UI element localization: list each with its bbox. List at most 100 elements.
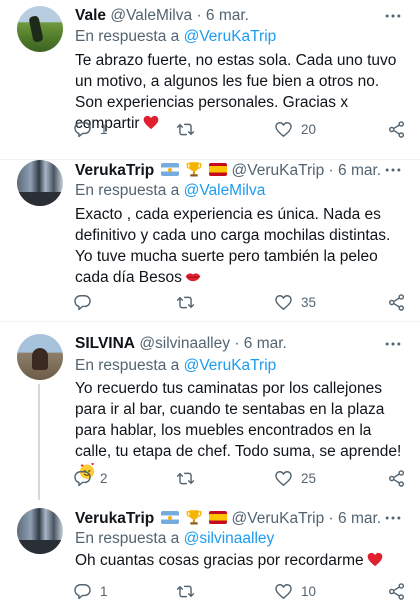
tweet-actions: 1 20 <box>73 118 408 140</box>
reply-button[interactable]: 1 <box>73 118 108 140</box>
tweet-date[interactable]: 6 mar. <box>338 510 381 527</box>
tweet-text: Oh cuantas cosas gracias por recordarme <box>75 550 405 571</box>
share-icon <box>388 293 405 311</box>
tweet-text-content: Yo recuerdo tus caminatas por los callej… <box>75 380 402 460</box>
separator-dot: · <box>196 7 202 24</box>
retweet-icon <box>176 472 195 484</box>
tweet-date[interactable]: 6 mar. <box>244 335 287 352</box>
tweet-text-content: Oh cuantas cosas gracias por recordarme <box>75 552 364 569</box>
reply-count: 1 <box>100 583 108 599</box>
like-count: 10 <box>301 583 317 599</box>
argentina-flag-icon <box>160 163 179 176</box>
spain-flag-icon <box>209 511 228 524</box>
separator-dot: · <box>328 162 334 179</box>
like-count: 20 <box>301 121 317 137</box>
separator-dot: · <box>234 335 240 352</box>
reply-icon <box>74 121 91 137</box>
reply-count: 2 <box>100 470 108 486</box>
tweet-actions: 1 10 <box>73 580 408 602</box>
reply-icon <box>74 294 91 310</box>
user-handle[interactable]: @ValeMilva <box>110 7 192 24</box>
user-handle[interactable]: @VeruKaTrip <box>232 162 325 179</box>
reply-prefix: En respuesta a <box>75 28 180 45</box>
display-name[interactable]: SILVINA <box>75 335 135 352</box>
kiss-lips-icon <box>185 273 201 282</box>
tweet-text-content: Exacto , cada experiencia es única. Nada… <box>75 206 391 286</box>
tweet-date[interactable]: 6 mar. <box>338 162 381 179</box>
share-button[interactable] <box>387 580 406 602</box>
red-heart-icon <box>367 552 382 567</box>
avatar[interactable] <box>17 334 63 380</box>
tweet-date[interactable]: 6 mar. <box>206 7 249 24</box>
like-button[interactable]: 25 <box>274 467 316 489</box>
reply-icon <box>74 470 91 486</box>
reply-prefix: En respuesta a <box>75 357 180 374</box>
tweet[interactable]: VerukaTrip @VeruKaTrip · 6 mar. En respu… <box>0 160 420 322</box>
separator-dot: · <box>328 510 334 527</box>
like-button[interactable]: 10 <box>274 580 316 602</box>
reply-count: 1 <box>100 121 108 137</box>
reply-mention-link[interactable]: @ValeMilva <box>184 182 266 199</box>
like-count: 35 <box>301 294 317 310</box>
avatar[interactable] <box>17 508 63 554</box>
avatar[interactable] <box>17 6 63 52</box>
share-button[interactable] <box>387 467 406 489</box>
like-heart-icon <box>275 470 292 486</box>
argentina-flag-icon <box>160 511 179 524</box>
display-name[interactable]: VerukaTrip <box>75 510 154 527</box>
reply-mention-link[interactable]: @VeruKaTrip <box>184 357 277 374</box>
more-options-icon[interactable] <box>383 334 403 354</box>
share-icon <box>388 120 405 138</box>
like-button[interactable]: 35 <box>274 291 316 313</box>
retweet-icon <box>176 123 195 135</box>
tweet-text: Exacto , cada experiencia es única. Nada… <box>75 204 405 288</box>
reply-mention-link[interactable]: @VeruKaTrip <box>184 28 277 45</box>
reply-context: En respuesta a @VeruKaTrip <box>75 356 276 376</box>
spain-flag-icon <box>209 163 228 176</box>
like-button[interactable]: 20 <box>274 118 316 140</box>
more-options-icon[interactable] <box>383 508 403 528</box>
user-handle[interactable]: @silvinaalley <box>139 335 230 352</box>
retweet-icon <box>176 585 195 597</box>
reply-prefix: En respuesta a <box>75 182 180 199</box>
tweet[interactable]: VerukaTrip @VeruKaTrip · 6 mar. En respu… <box>0 498 420 609</box>
retweet-button[interactable] <box>176 118 203 140</box>
more-options-icon[interactable] <box>383 160 403 180</box>
tweet-header: Vale @ValeMilva · 6 mar. <box>75 6 249 26</box>
reply-context: En respuesta a @ValeMilva <box>75 181 265 201</box>
reply-button[interactable] <box>73 291 100 313</box>
user-handle[interactable]: @VeruKaTrip <box>232 510 325 527</box>
like-heart-icon <box>275 583 292 599</box>
reply-context: En respuesta a @silvinaalley <box>75 529 274 549</box>
tweet-actions: 2 25 <box>73 467 408 489</box>
reply-icon <box>74 583 91 599</box>
reply-mention-link[interactable]: @silvinaalley <box>184 530 275 547</box>
retweet-button[interactable] <box>176 291 203 313</box>
retweet-icon <box>176 296 195 308</box>
tweet[interactable]: Vale @ValeMilva · 6 mar. En respuesta a … <box>0 0 420 160</box>
reply-prefix: En respuesta a <box>75 530 180 547</box>
avatar[interactable] <box>17 160 63 206</box>
tweet-timeline: Vale @ValeMilva · 6 mar. En respuesta a … <box>0 0 420 609</box>
like-heart-icon <box>275 294 292 310</box>
reply-button[interactable]: 1 <box>73 580 108 602</box>
trophy-icon <box>186 162 202 177</box>
display-name[interactable]: VerukaTrip <box>75 162 154 179</box>
tweet-header: VerukaTrip @VeruKaTrip · 6 mar. <box>75 160 381 181</box>
tweet-header: VerukaTrip @VeruKaTrip · 6 mar. <box>75 508 381 529</box>
trophy-icon <box>186 510 202 525</box>
display-name[interactable]: Vale <box>75 7 106 24</box>
reply-context: En respuesta a @VeruKaTrip <box>75 27 276 47</box>
tweet-actions: 35 <box>73 291 408 313</box>
tweet-header: SILVINA @silvinaalley · 6 mar. <box>75 334 287 354</box>
share-button[interactable] <box>387 291 406 313</box>
reply-button[interactable]: 2 <box>73 467 108 489</box>
more-options-icon[interactable] <box>383 6 403 26</box>
thread-connector-line <box>38 384 40 500</box>
like-count: 25 <box>301 470 317 486</box>
retweet-button[interactable] <box>176 580 203 602</box>
share-button[interactable] <box>387 118 406 140</box>
retweet-button[interactable] <box>176 467 203 489</box>
tweet[interactable]: SILVINA @silvinaalley · 6 mar. En respue… <box>0 322 420 500</box>
like-heart-icon <box>275 121 292 137</box>
